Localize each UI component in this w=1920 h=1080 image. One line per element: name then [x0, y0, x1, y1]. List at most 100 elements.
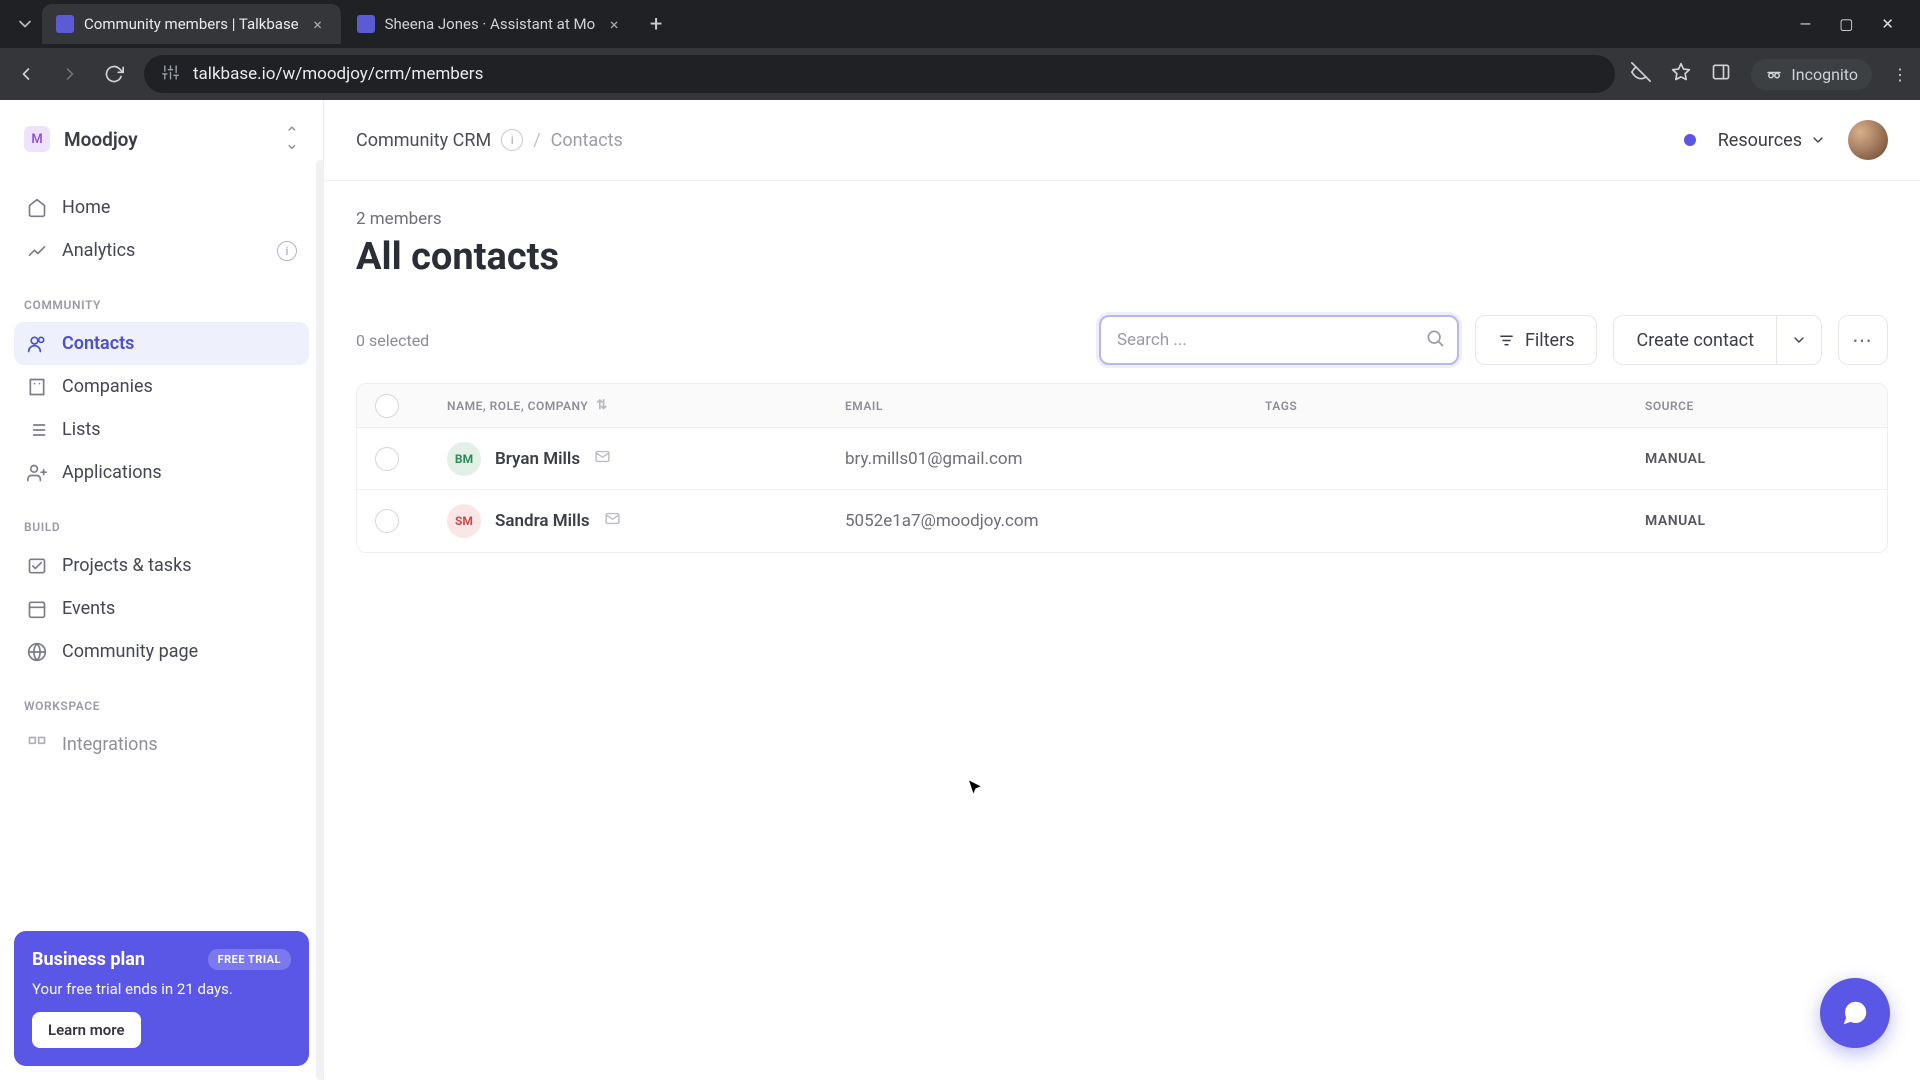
- url-text: talkbase.io/w/moodjoy/crm/members: [193, 64, 483, 84]
- select-all-checkbox[interactable]: [375, 394, 399, 418]
- filters-label: Filters: [1525, 330, 1575, 351]
- filters-button[interactable]: Filters: [1475, 315, 1598, 365]
- content-area: 2 members All contacts 0 selected Filter…: [324, 181, 1920, 581]
- forward-button: [56, 60, 84, 88]
- breadcrumb-current: Contacts: [551, 130, 623, 151]
- create-contact-dropdown[interactable]: [1776, 315, 1822, 365]
- search-wrapper: [1099, 315, 1459, 365]
- workspace-initial: M: [24, 126, 50, 152]
- browser-tab[interactable]: Sheena Jones · Assistant at Mo ×: [343, 4, 637, 44]
- sidebar-item-community-page[interactable]: Community page: [14, 630, 309, 673]
- search-input[interactable]: [1099, 315, 1459, 365]
- sidebar-item-projects[interactable]: Projects & tasks: [14, 544, 309, 587]
- sidebar-item-home[interactable]: Home: [14, 186, 309, 229]
- browser-tab-active[interactable]: Community members | Talkbase ×: [42, 4, 341, 44]
- mail-icon: [594, 448, 611, 470]
- sidebar: M Moodjoy ⌃⌄ Home Analytics i COMMUNITY …: [0, 100, 324, 1080]
- side-panel-icon[interactable]: [1711, 62, 1731, 86]
- table-row[interactable]: SM Sandra Mills 5052e1a7@moodjoy.com MAN…: [357, 490, 1887, 552]
- tab-search-dropdown[interactable]: [10, 9, 40, 39]
- row-checkbox[interactable]: [375, 447, 399, 471]
- col-email[interactable]: EMAIL: [827, 399, 1247, 413]
- create-contact-group: Create contact: [1613, 315, 1822, 365]
- sidebar-section-build: BUILD: [14, 520, 309, 544]
- sidebar-item-analytics[interactable]: Analytics i: [14, 229, 309, 272]
- mail-icon: [604, 510, 621, 532]
- workspace-switcher[interactable]: M Moodjoy ⌃⌄: [14, 118, 309, 160]
- contact-email: bry.mills01@gmail.com: [845, 449, 1023, 469]
- close-tab-icon[interactable]: ×: [605, 15, 623, 33]
- info-icon[interactable]: i: [277, 241, 297, 261]
- sidebar-item-integrations[interactable]: Integrations: [14, 723, 309, 766]
- sidebar-scrollbar[interactable]: [316, 160, 324, 1080]
- integrations-icon: [26, 735, 48, 755]
- row-checkbox[interactable]: [375, 509, 399, 533]
- incognito-badge[interactable]: Incognito: [1751, 59, 1872, 90]
- table-toolbar: 0 selected Filters Create contact: [356, 315, 1888, 365]
- new-tab-button[interactable]: +: [639, 7, 673, 41]
- companies-icon: [26, 377, 48, 397]
- incognito-label: Incognito: [1791, 65, 1858, 84]
- browser-chrome: Community members | Talkbase × Sheena Jo…: [0, 0, 1920, 100]
- info-icon[interactable]: i: [501, 129, 523, 151]
- resources-label: Resources: [1718, 130, 1802, 151]
- eye-off-icon[interactable]: [1631, 62, 1651, 86]
- breadcrumb-root[interactable]: Community CRM: [356, 130, 491, 151]
- bookmark-star-icon[interactable]: [1671, 62, 1691, 86]
- maximize-icon[interactable]: ▢: [1839, 15, 1853, 33]
- chevron-down-icon: [1810, 132, 1826, 148]
- trial-learn-more-button[interactable]: Learn more: [32, 1012, 141, 1048]
- trial-card: Business plan FREE TRIAL Your free trial…: [14, 931, 309, 1066]
- trial-title: Business plan: [32, 949, 145, 970]
- lists-icon: [26, 420, 48, 440]
- user-avatar[interactable]: [1848, 120, 1888, 160]
- chevron-down-icon: [1791, 332, 1807, 348]
- sidebar-item-label: Home: [62, 197, 110, 218]
- more-actions-button[interactable]: ⋯: [1838, 315, 1888, 365]
- back-button[interactable]: [12, 60, 40, 88]
- sidebar-section-community: COMMUNITY: [14, 298, 309, 322]
- sidebar-item-contacts[interactable]: Contacts: [14, 322, 309, 365]
- sort-icon: ⇅: [596, 398, 607, 413]
- url-field[interactable]: talkbase.io/w/moodjoy/crm/members: [144, 55, 1615, 93]
- table-header: NAME, ROLE, COMPANY ⇅ EMAIL TAGS SOURCE: [357, 384, 1887, 428]
- table-row[interactable]: BM Bryan Mills bry.mills01@gmail.com MAN…: [357, 428, 1887, 490]
- search-icon: [1425, 328, 1445, 352]
- contact-avatar: SM: [447, 504, 481, 538]
- site-settings-icon[interactable]: [162, 64, 179, 85]
- window-controls: — ▢ ✕: [1800, 15, 1910, 33]
- minimize-icon[interactable]: —: [1800, 15, 1812, 33]
- contact-source: MANUAL: [1645, 451, 1706, 467]
- page-title: All contacts: [356, 235, 1888, 279]
- close-window-icon[interactable]: ✕: [1881, 15, 1894, 33]
- sidebar-item-lists[interactable]: Lists: [14, 408, 309, 451]
- tab-bar: Community members | Talkbase × Sheena Jo…: [0, 0, 1920, 48]
- contact-name: Sandra Mills: [495, 511, 590, 531]
- col-tags[interactable]: TAGS: [1247, 399, 1627, 413]
- sidebar-item-events[interactable]: Events: [14, 587, 309, 630]
- projects-icon: [26, 556, 48, 576]
- create-contact-button[interactable]: Create contact: [1613, 315, 1776, 365]
- reload-button[interactable]: [100, 60, 128, 88]
- members-count: 2 members: [356, 209, 1888, 229]
- favicon-icon: [357, 15, 375, 33]
- sidebar-item-label: Community page: [62, 641, 198, 662]
- resources-menu[interactable]: Resources: [1718, 130, 1826, 151]
- sidebar-item-companies[interactable]: Companies: [14, 365, 309, 408]
- col-source[interactable]: SOURCE: [1627, 399, 1887, 413]
- chevron-up-down-icon: ⌃⌄: [285, 129, 299, 149]
- address-bar: talkbase.io/w/moodjoy/crm/members Incogn…: [0, 48, 1920, 100]
- globe-icon: [26, 642, 48, 662]
- col-name[interactable]: NAME, ROLE, COMPANY ⇅: [429, 398, 827, 413]
- contacts-icon: [26, 334, 48, 354]
- sidebar-item-label: Applications: [62, 462, 162, 483]
- browser-menu-icon[interactable]: ⋮: [1892, 65, 1908, 84]
- close-tab-icon[interactable]: ×: [309, 15, 327, 33]
- filter-icon: [1498, 332, 1515, 349]
- workspace-name: Moodjoy: [64, 128, 271, 151]
- sidebar-section-workspace: WORKSPACE: [14, 699, 309, 723]
- chat-fab-button[interactable]: [1820, 978, 1890, 1048]
- sidebar-item-applications[interactable]: Applications: [14, 451, 309, 494]
- sidebar-item-label: Events: [62, 598, 115, 619]
- contact-email: 5052e1a7@moodjoy.com: [845, 511, 1039, 531]
